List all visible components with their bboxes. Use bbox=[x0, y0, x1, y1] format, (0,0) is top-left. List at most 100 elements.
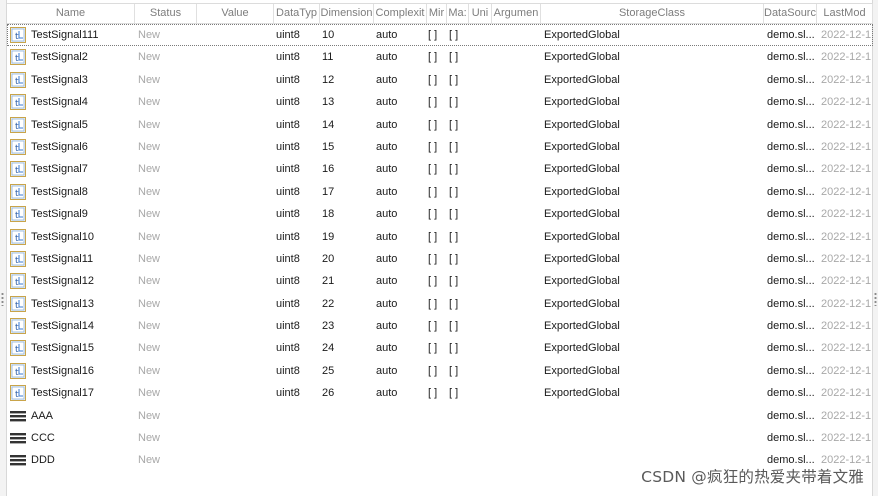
cell-min[interactable]: [ ] bbox=[427, 69, 447, 91]
cell-value[interactable] bbox=[197, 315, 274, 337]
cell-datatype[interactable] bbox=[274, 449, 320, 471]
cell-last-modified[interactable]: 2022-12-1 bbox=[817, 248, 873, 270]
column-header-data-source[interactable]: DataSourc bbox=[764, 4, 817, 23]
cell-status[interactable]: New bbox=[135, 91, 197, 113]
cell-complexity[interactable]: auto bbox=[374, 360, 427, 382]
cell-datatype[interactable]: uint8 bbox=[274, 114, 320, 136]
cell-storage-class[interactable]: ExportedGlobal bbox=[541, 91, 764, 113]
cell-name[interactable]: t TestSignal3 bbox=[7, 69, 135, 91]
cell-name[interactable]: AAA bbox=[7, 405, 135, 427]
cell-complexity[interactable]: auto bbox=[374, 382, 427, 404]
cell-last-modified[interactable]: 2022-12-1 bbox=[817, 337, 873, 359]
cell-value[interactable] bbox=[197, 337, 274, 359]
cell-unit[interactable] bbox=[469, 360, 492, 382]
cell-last-modified[interactable]: 2022-12-1 bbox=[817, 24, 873, 46]
cell-storage-class[interactable]: ExportedGlobal bbox=[541, 46, 764, 68]
cell-status[interactable]: New bbox=[135, 181, 197, 203]
cell-storage-class[interactable]: ExportedGlobal bbox=[541, 24, 764, 46]
cell-storage-class[interactable]: ExportedGlobal bbox=[541, 248, 764, 270]
cell-name[interactable]: t TestSignal111 bbox=[7, 24, 135, 46]
table-row[interactable]: t TestSignal17 New uint8 26 auto[ ][ ] Exporte… bbox=[7, 382, 873, 404]
column-header-unit[interactable]: Uni bbox=[469, 4, 492, 23]
cell-dimensions[interactable] bbox=[320, 449, 374, 471]
cell-argument[interactable] bbox=[492, 24, 541, 46]
cell-last-modified[interactable]: 2022-12-1 bbox=[817, 427, 873, 449]
cell-max[interactable]: [ ] bbox=[447, 360, 469, 382]
table-row[interactable]: t TestSignal4 New uint8 13 auto[ ][ ] Exported… bbox=[7, 91, 873, 113]
cell-min[interactable]: [ ] bbox=[427, 24, 447, 46]
table-row[interactable]: t TestSignal2 New uint8 11 auto[ ][ ] Exported… bbox=[7, 46, 873, 68]
cell-value[interactable] bbox=[197, 293, 274, 315]
cell-unit[interactable] bbox=[469, 315, 492, 337]
cell-argument[interactable] bbox=[492, 360, 541, 382]
cell-max[interactable]: [ ] bbox=[447, 270, 469, 292]
cell-max[interactable]: [ ] bbox=[447, 114, 469, 136]
cell-value[interactable] bbox=[197, 181, 274, 203]
table-row[interactable]: t TestSignal14 New uint8 23 auto[ ][ ] Exporte… bbox=[7, 315, 873, 337]
cell-min[interactable]: [ ] bbox=[427, 270, 447, 292]
cell-complexity[interactable]: auto bbox=[374, 315, 427, 337]
cell-status[interactable]: New bbox=[135, 449, 197, 471]
cell-unit[interactable] bbox=[469, 46, 492, 68]
cell-last-modified[interactable]: 2022-12-1 bbox=[817, 293, 873, 315]
cell-name[interactable]: t TestSignal4 bbox=[7, 91, 135, 113]
cell-storage-class[interactable]: ExportedGlobal bbox=[541, 136, 764, 158]
cell-dimensions[interactable] bbox=[320, 405, 374, 427]
cell-max[interactable] bbox=[447, 449, 469, 471]
cell-storage-class[interactable]: ExportedGlobal bbox=[541, 293, 764, 315]
cell-status[interactable]: New bbox=[135, 315, 197, 337]
cell-min[interactable]: [ ] bbox=[427, 203, 447, 225]
cell-max[interactable]: [ ] bbox=[447, 315, 469, 337]
cell-unit[interactable] bbox=[469, 203, 492, 225]
cell-value[interactable] bbox=[197, 136, 274, 158]
table-row[interactable]: t TestSignal3 New uint8 12 auto[ ][ ] Exported… bbox=[7, 69, 873, 91]
cell-max[interactable]: [ ] bbox=[447, 248, 469, 270]
table-row[interactable]: t TestSignal16 New uint8 25 auto[ ][ ] Exporte… bbox=[7, 360, 873, 382]
cell-min[interactable]: [ ] bbox=[427, 136, 447, 158]
cell-data-source[interactable]: demo.sl... bbox=[764, 382, 817, 404]
cell-argument[interactable] bbox=[492, 203, 541, 225]
cell-max[interactable]: [ ] bbox=[447, 293, 469, 315]
cell-min[interactable]: [ ] bbox=[427, 382, 447, 404]
cell-last-modified[interactable]: 2022-12-1 bbox=[817, 382, 873, 404]
cell-last-modified[interactable]: 2022-12-1 bbox=[817, 270, 873, 292]
cell-unit[interactable] bbox=[469, 69, 492, 91]
cell-data-source[interactable]: demo.sl... bbox=[764, 203, 817, 225]
cell-dimensions[interactable]: 12 bbox=[320, 69, 374, 91]
cell-datatype[interactable]: uint8 bbox=[274, 226, 320, 248]
cell-status[interactable]: New bbox=[135, 46, 197, 68]
cell-complexity[interactable]: auto bbox=[374, 46, 427, 68]
cell-datatype[interactable]: uint8 bbox=[274, 270, 320, 292]
cell-storage-class[interactable] bbox=[541, 405, 764, 427]
cell-status[interactable]: New bbox=[135, 203, 197, 225]
cell-max[interactable]: [ ] bbox=[447, 136, 469, 158]
cell-complexity[interactable]: auto bbox=[374, 69, 427, 91]
table-row[interactable]: t TestSignal13 New uint8 22 auto[ ][ ] Exporte… bbox=[7, 293, 873, 315]
cell-complexity[interactable]: auto bbox=[374, 293, 427, 315]
cell-data-source[interactable]: demo.sl... bbox=[764, 270, 817, 292]
cell-argument[interactable] bbox=[492, 114, 541, 136]
cell-min[interactable] bbox=[427, 427, 447, 449]
cell-name[interactable]: t TestSignal15 bbox=[7, 337, 135, 359]
cell-dimensions[interactable]: 24 bbox=[320, 337, 374, 359]
cell-last-modified[interactable]: 2022-12-1 bbox=[817, 405, 873, 427]
cell-min[interactable]: [ ] bbox=[427, 226, 447, 248]
cell-storage-class[interactable]: ExportedGlobal bbox=[541, 270, 764, 292]
cell-argument[interactable] bbox=[492, 449, 541, 471]
column-header-complexity[interactable]: Complexit bbox=[374, 4, 427, 23]
cell-min[interactable]: [ ] bbox=[427, 46, 447, 68]
cell-data-source[interactable]: demo.sl... bbox=[764, 69, 817, 91]
cell-complexity[interactable]: auto bbox=[374, 114, 427, 136]
cell-min[interactable]: [ ] bbox=[427, 248, 447, 270]
cell-name[interactable]: t TestSignal12 bbox=[7, 270, 135, 292]
cell-unit[interactable] bbox=[469, 270, 492, 292]
cell-datatype[interactable]: uint8 bbox=[274, 382, 320, 404]
table-row[interactable]: t TestSignal7 New uint8 16 auto[ ][ ] Exported… bbox=[7, 158, 873, 180]
right-resize-grip[interactable] bbox=[874, 292, 877, 306]
cell-datatype[interactable]: uint8 bbox=[274, 69, 320, 91]
cell-value[interactable] bbox=[197, 69, 274, 91]
cell-storage-class[interactable]: ExportedGlobal bbox=[541, 158, 764, 180]
table-row[interactable]: t TestSignal8 New uint8 17 auto[ ][ ] Exported… bbox=[7, 181, 873, 203]
cell-complexity[interactable]: auto bbox=[374, 24, 427, 46]
cell-min[interactable]: [ ] bbox=[427, 158, 447, 180]
